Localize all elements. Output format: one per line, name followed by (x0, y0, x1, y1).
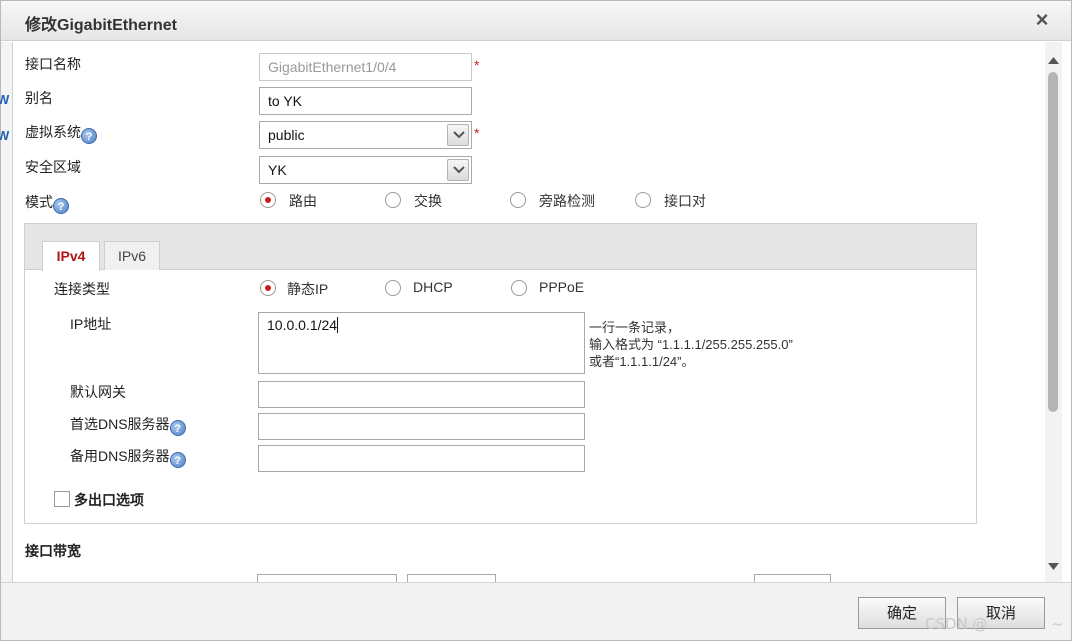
chevron-down-icon[interactable] (447, 159, 469, 181)
conn-option-label: PPPoE (539, 279, 585, 295)
conn-radio-dhcp[interactable] (385, 280, 401, 296)
ip-address-value: 10.0.0.1/24 (267, 317, 338, 333)
bandwidth-input[interactable] (257, 574, 397, 582)
dns2-input[interactable] (258, 445, 585, 472)
interface-name-label: 接口名称 (25, 56, 81, 72)
interface-name-field: GigabitEthernet1/0/4 (259, 53, 472, 81)
mode-radio-switch[interactable] (385, 192, 401, 208)
background-text-fragment: W (0, 92, 10, 107)
required-marker: * (474, 57, 480, 73)
vertical-scrollbar[interactable] (1045, 42, 1062, 582)
zone-label: 安全区域 (25, 159, 81, 175)
dns1-label: 首选DNS服务器? (70, 414, 186, 436)
vsys-label-text: 虚拟系统 (25, 124, 81, 140)
multi-egress-label: 多出口选项 (74, 492, 144, 508)
dialog-content: 接口名称 GigabitEthernet1/0/4 * 别名 to YK 虚拟系… (13, 42, 1045, 582)
bandwidth-unit-select[interactable] (407, 574, 496, 582)
zone-select[interactable]: YK (259, 156, 472, 184)
dialog-title: 修改GigabitEthernet (25, 17, 178, 34)
mode-radio-pair[interactable] (635, 192, 651, 208)
ip-format-hint: 一行一条记录， (589, 320, 681, 335)
dns2-label-text: 备用DNS服务器 (70, 448, 170, 464)
dialog-footer: 确定 取消 (1, 582, 1071, 640)
alias-label: 别名 (25, 90, 53, 106)
mode-option-label: 接口对 (664, 193, 706, 209)
watermark-text: CSDN @ (925, 615, 988, 633)
background-window-strip: W W (0, 42, 13, 582)
mode-label: 模式? (25, 192, 69, 214)
background-text-fragment: W (0, 128, 10, 143)
dns1-input[interactable] (258, 413, 585, 440)
vsys-label: 虚拟系统? (25, 122, 97, 144)
ip-format-hint: 或者“1.1.1.1/24”。 (589, 354, 695, 369)
mode-radio-bypass[interactable] (510, 192, 526, 208)
conn-radio-pppoe[interactable] (511, 280, 527, 296)
watermark-tail: ~ (1051, 615, 1064, 633)
ip-tab-bar: IPv4 IPv6 (25, 224, 976, 271)
help-icon[interactable]: ? (169, 420, 186, 436)
chevron-down-icon[interactable] (447, 124, 469, 146)
ip-address-label: IP地址 (70, 316, 112, 332)
zone-selected-value: YK (268, 162, 287, 178)
gateway-label: 默认网关 (70, 384, 126, 400)
mode-option-label: 旁路检测 (539, 193, 595, 209)
close-icon[interactable]: × (1031, 7, 1053, 33)
scroll-up-icon[interactable] (1047, 52, 1060, 64)
gateway-input[interactable] (258, 381, 585, 408)
mode-option-label: 路由 (289, 193, 317, 209)
tab-ipv4[interactable]: IPv4 (42, 241, 100, 271)
scroll-down-icon[interactable] (1047, 559, 1060, 571)
help-icon[interactable]: ? (169, 452, 186, 468)
dialog-titlebar: 修改GigabitEthernet × (1, 1, 1071, 41)
multi-egress-checkbox[interactable] (54, 491, 70, 507)
help-icon[interactable]: ? (81, 128, 97, 144)
vsys-selected-value: public (268, 127, 305, 143)
mode-option-label: 交换 (414, 193, 442, 209)
mode-radio-route[interactable] (260, 192, 276, 208)
conn-option-label: DHCP (413, 279, 453, 295)
ip-format-hint: 输入格式为 “1.1.1.1/255.255.255.0” (589, 337, 793, 352)
bandwidth-heading: 接口带宽 (25, 543, 81, 559)
edit-interface-dialog: 修改GigabitEthernet × W W 接口名称 GigabitEthe… (0, 0, 1072, 641)
alias-input[interactable]: to YK (259, 87, 472, 115)
help-icon[interactable]: ? (53, 198, 69, 214)
bandwidth-extra-input[interactable] (754, 574, 831, 582)
dns2-label: 备用DNS服务器? (70, 446, 186, 468)
text-caret (337, 317, 339, 333)
ip-address-textarea[interactable]: 10.0.0.1/24 (258, 312, 585, 374)
conn-option-label: 静态IP (287, 281, 329, 297)
required-marker: * (474, 125, 480, 141)
conn-type-label: 连接类型 (54, 281, 110, 297)
tab-ipv6[interactable]: IPv6 (104, 241, 160, 270)
dns1-label-text: 首选DNS服务器 (70, 416, 170, 432)
vsys-select[interactable]: public (259, 121, 472, 149)
conn-radio-static[interactable] (260, 280, 276, 296)
scrollbar-thumb[interactable] (1048, 72, 1058, 412)
mode-label-text: 模式 (25, 194, 53, 210)
ip-settings-panel: IPv4 IPv6 连接类型 静态IP DHCP PPPoE IP地址 10.0… (24, 223, 977, 524)
